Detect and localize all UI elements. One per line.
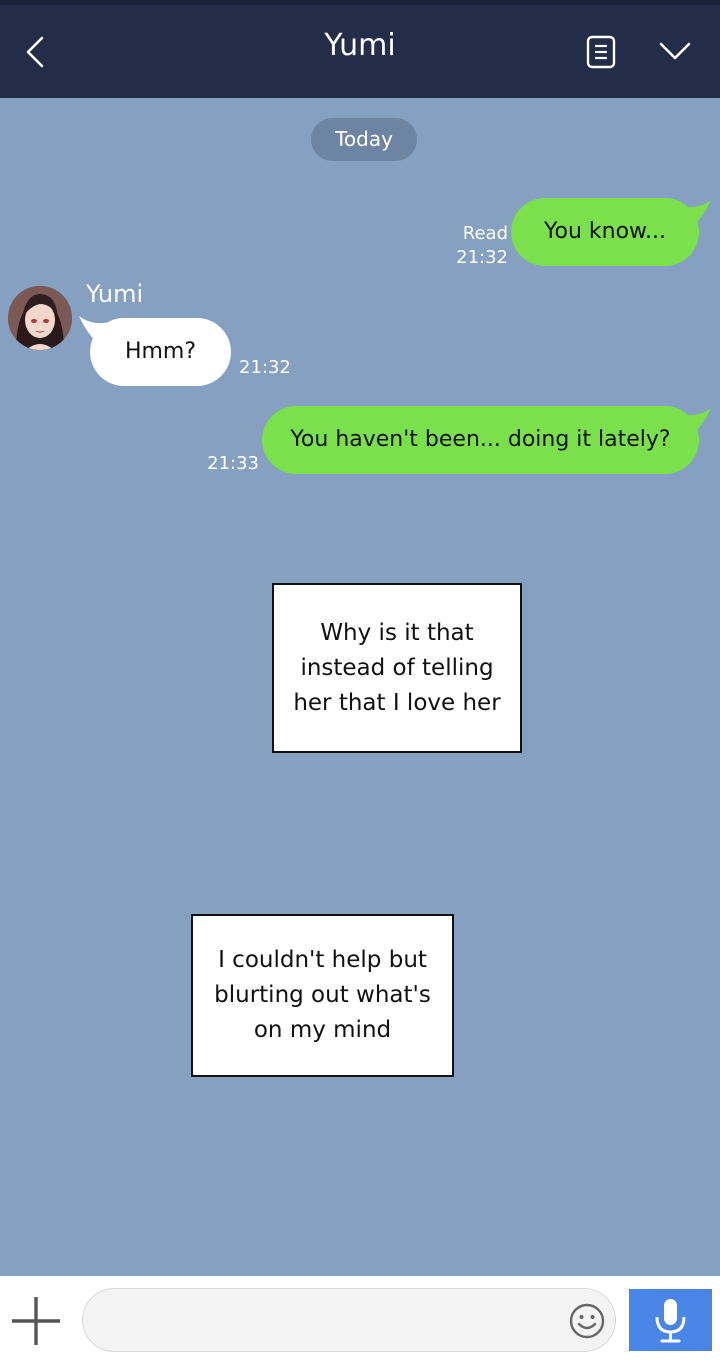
outgoing-message-bubble[interactable]: You haven't been... doing it lately? [262,406,699,474]
sender-name: Yumi [86,280,144,308]
microphone-icon [655,1299,686,1343]
emoji-icon[interactable] [568,1302,606,1340]
notes-icon[interactable] [585,35,617,69]
message-input[interactable] [82,1288,616,1352]
narration-text: Why is it that instead of telling her th… [293,619,501,716]
incoming-message-bubble[interactable]: Hmm? [90,318,231,386]
message-composer [0,1276,720,1365]
plus-icon[interactable] [10,1295,62,1347]
narration-box: I couldn't help but blurting out what's … [191,914,454,1077]
chat-header: Yumi [0,0,720,98]
read-receipt: Read [462,223,508,244]
message-time: 21:33 [207,453,259,474]
avatar[interactable] [8,286,72,350]
message-time: 21:32 [239,357,291,378]
status-bar-strip [0,0,720,5]
avatar-image [8,286,72,350]
voice-button[interactable] [629,1289,712,1351]
message-time: 21:32 [456,247,508,268]
message-meta: Read 21:32 [430,222,508,270]
outgoing-message-bubble[interactable]: You know... [511,198,699,266]
date-separator: Today [311,118,417,161]
narration-box: Why is it that instead of telling her th… [272,583,522,753]
chevron-down-icon[interactable] [658,38,692,64]
narration-text: I couldn't help but blurting out what's … [214,947,431,1043]
